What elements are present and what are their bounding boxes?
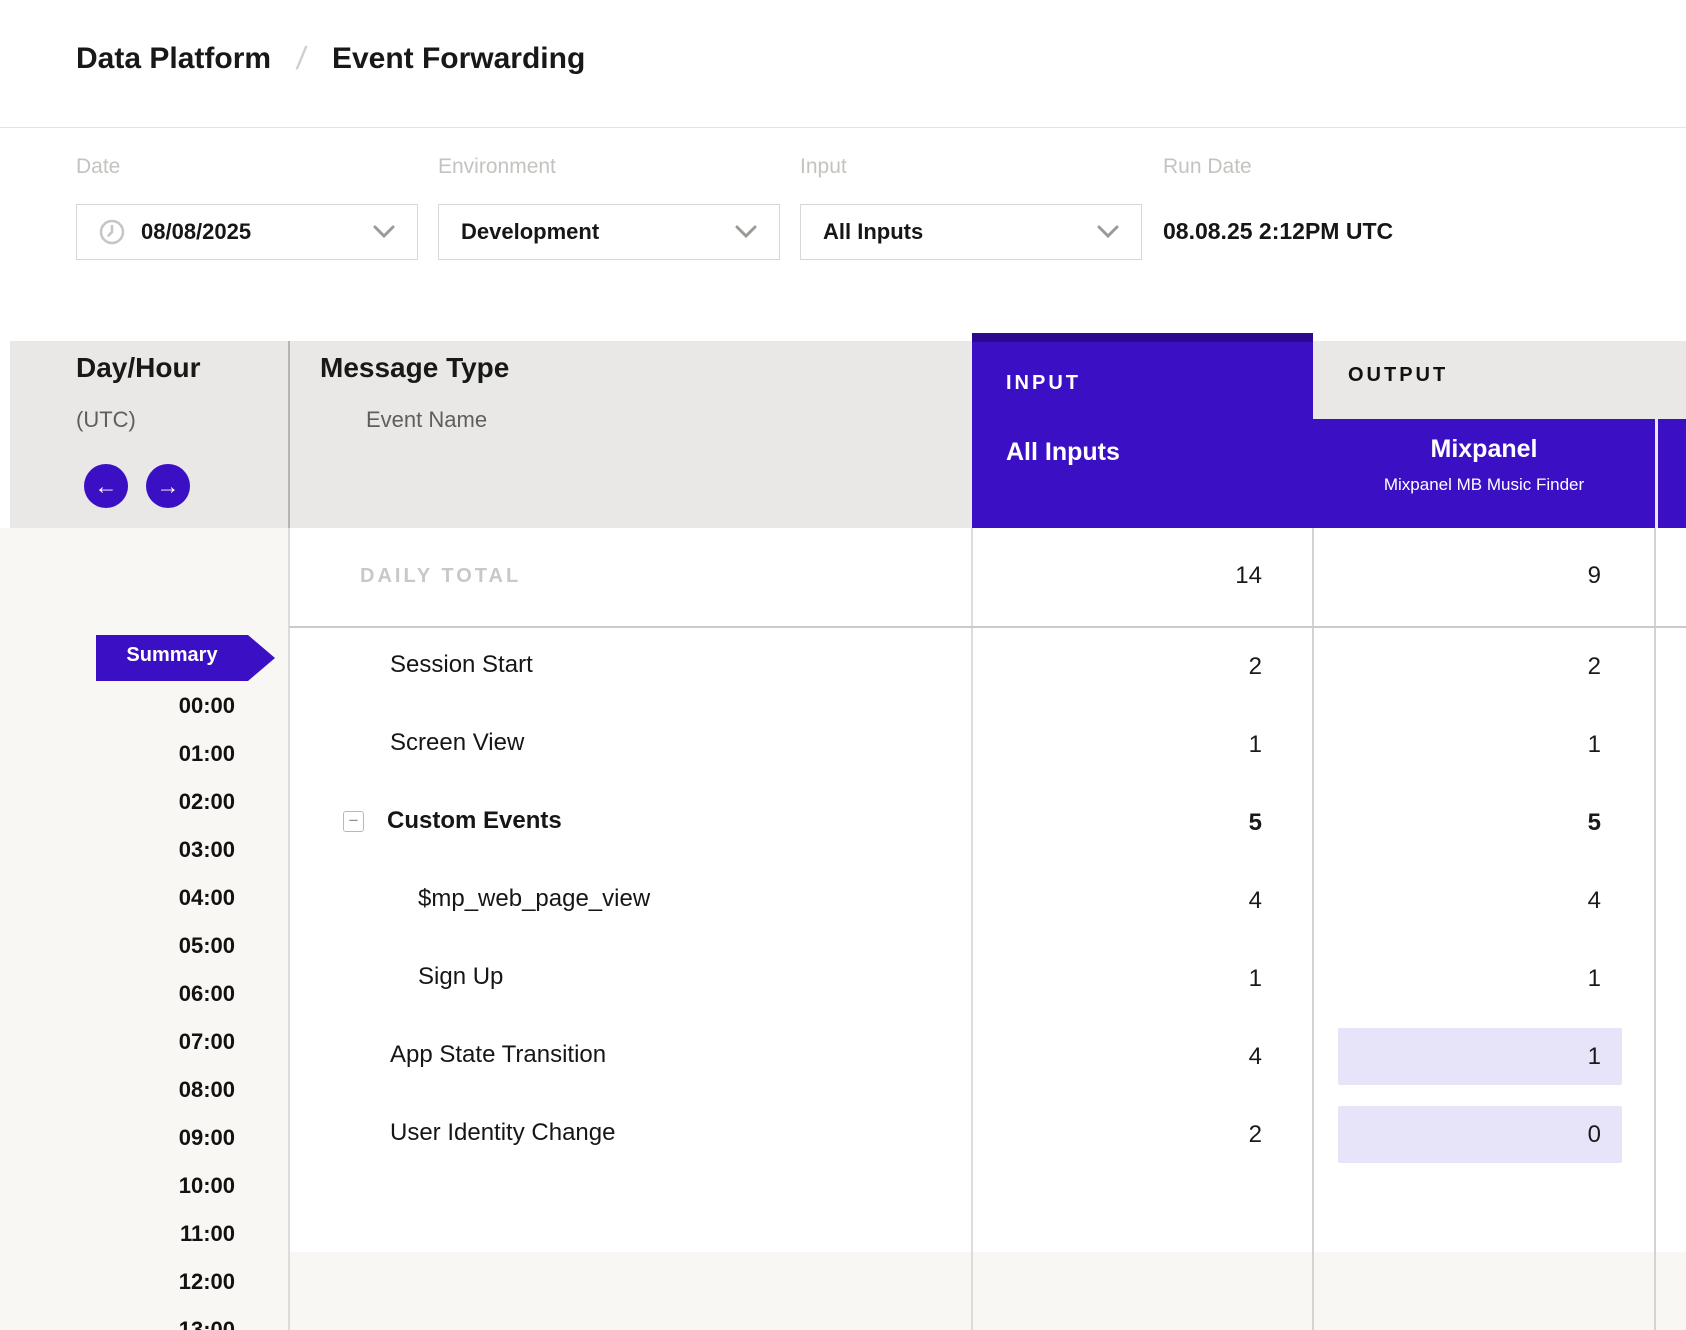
- output-count: 0: [1313, 1121, 1601, 1149]
- input-count: 2: [972, 1121, 1262, 1149]
- summary-label: Summary: [96, 644, 248, 667]
- input-section-header: INPUT: [1006, 372, 1081, 395]
- breadcrumb: Data Platform / Event Forwarding: [76, 40, 585, 77]
- run-date-label: Run Date: [1163, 155, 1252, 179]
- input-count: 1: [972, 731, 1262, 759]
- input-count: 1: [972, 965, 1262, 993]
- input-column-name: All Inputs: [1006, 438, 1120, 467]
- next-output-column-partial: [1658, 419, 1686, 530]
- output-count: 1: [1313, 1043, 1601, 1071]
- input-count: 4: [972, 887, 1262, 915]
- table-row-label: Sign Up: [418, 963, 503, 991]
- output-count: 4: [1313, 887, 1601, 915]
- table-row-label: Custom Events: [387, 807, 562, 835]
- summary-row-selector[interactable]: Summary: [96, 635, 248, 681]
- input-filter-label: Input: [800, 155, 847, 179]
- date-dropdown[interactable]: 08/08/2025: [76, 204, 418, 260]
- day-hour-timezone: (UTC): [76, 407, 136, 433]
- output-column-subtitle: Mixpanel MB Music Finder: [1313, 475, 1655, 495]
- table-row-label: Screen View: [390, 729, 524, 757]
- top-bar: Data Platform / Event Forwarding: [0, 0, 1686, 128]
- output-count: 5: [1313, 809, 1601, 837]
- hour-row-06[interactable]: 06:00: [0, 981, 235, 1007]
- input-column-header: INPUT All Inputs: [972, 333, 1313, 530]
- event-name-subheader: Event Name: [366, 407, 487, 433]
- column-divider: [288, 341, 290, 528]
- environment-dropdown[interactable]: Development: [438, 204, 780, 260]
- environment-value: Development: [461, 219, 599, 245]
- hour-row-01[interactable]: 01:00: [0, 741, 235, 767]
- daily-total-divider: [289, 626, 1686, 628]
- run-date-value: 08.08.25 2:12PM UTC: [1163, 218, 1393, 245]
- hour-row-12[interactable]: 12:00: [0, 1269, 235, 1295]
- date-filter-label: Date: [76, 155, 120, 179]
- page-title: Event Forwarding: [332, 42, 585, 76]
- input-column-accent-strip: [972, 333, 1313, 342]
- clock-icon: [99, 219, 125, 245]
- input-value: All Inputs: [823, 219, 923, 245]
- breadcrumb-separator: /: [294, 40, 308, 77]
- hour-row-10[interactable]: 10:00: [0, 1173, 235, 1199]
- output-column-name: Mixpanel: [1313, 435, 1655, 464]
- table-row-label: Session Start: [390, 651, 533, 679]
- input-count: 2: [972, 653, 1262, 681]
- previous-day-button[interactable]: ←: [84, 464, 128, 508]
- hour-row-05[interactable]: 05:00: [0, 933, 235, 959]
- output-section-header: OUTPUT: [1348, 364, 1448, 387]
- next-day-button[interactable]: →: [146, 464, 190, 508]
- hour-row-07[interactable]: 07:00: [0, 1029, 235, 1055]
- input-dropdown[interactable]: All Inputs: [800, 204, 1142, 260]
- event-forwarding-page: Data Platform / Event Forwarding Date En…: [0, 0, 1686, 1330]
- hour-row-08[interactable]: 08:00: [0, 1077, 235, 1103]
- day-hour-header: Day/Hour: [76, 352, 200, 384]
- daily-total-label: DAILY TOTAL: [360, 565, 521, 588]
- input-count: 4: [972, 1043, 1262, 1071]
- message-type-header: Message Type: [320, 352, 509, 384]
- chevron-down-icon: [735, 225, 757, 239]
- daily-total-input-count: 14: [972, 562, 1262, 590]
- table-footer-area: [289, 1252, 1686, 1330]
- environment-filter-label: Environment: [438, 155, 556, 179]
- chevron-down-icon: [373, 225, 395, 239]
- table-row-label: App State Transition: [390, 1041, 606, 1069]
- column-divider: [971, 528, 973, 1330]
- column-divider: [1312, 528, 1314, 1330]
- table-row-label: User Identity Change: [390, 1119, 615, 1147]
- hour-row-11[interactable]: 11:00: [0, 1221, 235, 1247]
- hour-row-00[interactable]: 00:00: [0, 693, 235, 719]
- output-column-header[interactable]: Mixpanel Mixpanel MB Music Finder: [1313, 419, 1655, 530]
- breadcrumb-section[interactable]: Data Platform: [76, 42, 271, 76]
- output-count: 1: [1313, 965, 1601, 993]
- column-divider: [1654, 528, 1656, 1330]
- hour-row-09[interactable]: 09:00: [0, 1125, 235, 1151]
- hour-row-02[interactable]: 02:00: [0, 789, 235, 815]
- input-count: 5: [972, 809, 1262, 837]
- collapse-toggle-icon[interactable]: −: [343, 811, 364, 832]
- column-divider: [288, 528, 290, 1330]
- table-row-label: $mp_web_page_view: [418, 885, 650, 913]
- hour-row-03[interactable]: 03:00: [0, 837, 235, 863]
- hour-row-04[interactable]: 04:00: [0, 885, 235, 911]
- hour-row-13[interactable]: 13:00: [0, 1317, 235, 1330]
- date-value: 08/08/2025: [141, 219, 251, 245]
- output-count: 2: [1313, 653, 1601, 681]
- output-count: 1: [1313, 731, 1601, 759]
- daily-total-output-count: 9: [1313, 562, 1601, 590]
- chevron-down-icon: [1097, 225, 1119, 239]
